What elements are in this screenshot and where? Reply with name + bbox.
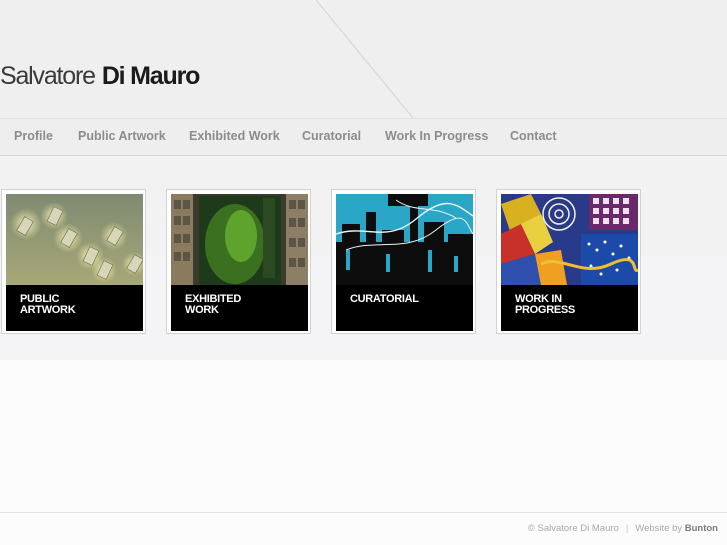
public-artwork-photo — [6, 194, 143, 285]
nav-item-work-in-progress[interactable]: Work In Progress — [385, 129, 488, 143]
tile-caption-text: PUBLIC ARTWORK — [20, 293, 76, 316]
tile-exhibited-work[interactable]: EXHIBITED WORK — [166, 189, 311, 334]
tile-work-in-progress[interactable]: WORK IN PROGRESS — [496, 189, 641, 334]
footer-separator: | — [625, 523, 629, 534]
tile-caption-text: WORK IN PROGRESS — [515, 293, 575, 316]
tile-caption-text: CURATORIAL — [350, 293, 419, 305]
logo-first-name: Salvatore — [0, 62, 96, 90]
logo-last-name: Di Mauro — [101, 62, 201, 90]
tile-caption: CURATORIAL — [336, 285, 473, 331]
tile-caption-text: EXHIBITED WORK — [185, 293, 241, 316]
nav-item-public-artwork[interactable]: Public Artwork — [78, 129, 166, 143]
curatorial-photo — [336, 194, 473, 285]
work-in-progress-photo — [501, 194, 638, 285]
credit-link[interactable]: Bunton — [685, 523, 718, 534]
tile-caption: PUBLIC ARTWORK — [6, 285, 143, 331]
header-diagonal-line — [315, 0, 414, 118]
nav-item-exhibited-work[interactable]: Exhibited Work — [189, 129, 280, 143]
nav-item-curatorial[interactable]: Curatorial — [302, 129, 361, 143]
nav-item-profile[interactable]: Profile — [14, 129, 53, 143]
site-logo[interactable]: Salvatore Di Mauro — [0, 62, 201, 91]
exhibited-work-photo — [171, 194, 308, 285]
page: Salvatore Di Mauro Profile Public Artwork… — [0, 0, 727, 545]
tile-public-artwork[interactable]: PUBLIC ARTWORK — [1, 189, 146, 334]
nav-item-contact[interactable]: Contact — [510, 129, 557, 143]
main-navigation: Profile Public Artwork Exhibited Work Cu… — [0, 118, 727, 156]
site-header: Salvatore Di Mauro — [0, 0, 727, 118]
tile-caption: EXHIBITED WORK — [171, 285, 308, 331]
site-footer: © Salvatore Di Mauro | Website by Bunton — [0, 512, 727, 545]
tile-caption: WORK IN PROGRESS — [501, 285, 638, 331]
credit-prefix: Website by — [635, 523, 683, 534]
footer-credits: © Salvatore Di Mauro | Website by Bunton — [528, 523, 718, 534]
tile-curatorial[interactable]: CURATORIAL — [331, 189, 476, 334]
copyright-text: © Salvatore Di Mauro — [527, 523, 619, 534]
